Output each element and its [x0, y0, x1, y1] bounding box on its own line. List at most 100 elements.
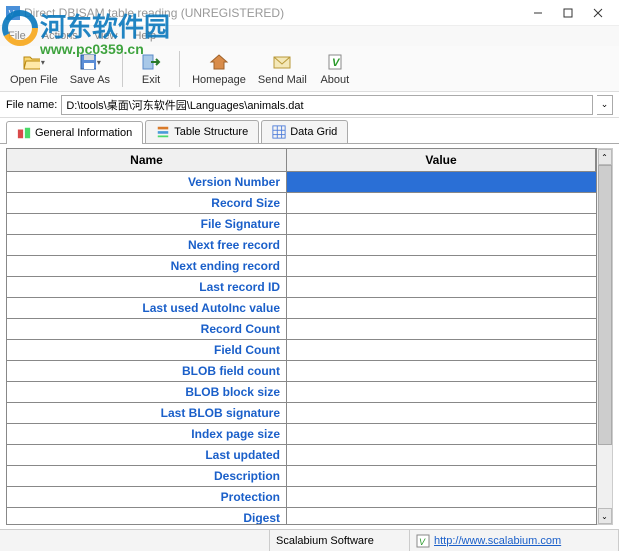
table-row[interactable]: Description	[7, 466, 596, 487]
row-value	[287, 340, 596, 360]
minimize-button[interactable]	[523, 2, 553, 24]
status-url-cell: V http://www.scalabium.com	[410, 530, 619, 551]
content-area: Name Value Version NumberRecord SizeFile…	[0, 144, 619, 529]
statusbar: Scalabium Software V http://www.scalabiu…	[0, 529, 619, 551]
row-value	[287, 172, 596, 192]
scroll-track[interactable]	[598, 165, 612, 508]
row-name: Last record ID	[7, 277, 287, 297]
send-mail-button[interactable]: Send Mail	[252, 49, 313, 88]
row-name: Record Size	[7, 193, 287, 213]
row-name: Digest	[7, 508, 287, 524]
property-grid: Name Value Version NumberRecord SizeFile…	[6, 148, 597, 525]
info-icon	[17, 126, 31, 140]
scroll-thumb[interactable]	[598, 165, 612, 445]
mail-icon	[271, 51, 293, 73]
row-name: File Signature	[7, 214, 287, 234]
tab-label: Table Structure	[174, 126, 248, 138]
scroll-up-button[interactable]: ⌃	[598, 149, 612, 165]
row-value	[287, 361, 596, 381]
menu-view[interactable]: View	[90, 28, 122, 44]
tab-label: General Information	[35, 127, 132, 139]
row-value	[287, 298, 596, 318]
scroll-down-button[interactable]: ⌄	[598, 508, 612, 524]
table-row[interactable]: Index page size	[7, 424, 596, 445]
row-name: Protection	[7, 487, 287, 507]
open-file-button[interactable]: ▾ Open File	[4, 49, 64, 88]
row-value	[287, 382, 596, 402]
link-icon: V	[416, 534, 430, 548]
table-row[interactable]: Last record ID	[7, 277, 596, 298]
toolbar-separator	[122, 51, 123, 87]
svg-text:V: V	[419, 537, 426, 547]
about-label: About	[320, 74, 349, 86]
menu-actions[interactable]: Actions	[38, 28, 82, 44]
tab-bar: General Information Table Structure Data…	[0, 118, 619, 144]
row-value	[287, 256, 596, 276]
homepage-button[interactable]: Homepage	[186, 49, 252, 88]
row-name: Description	[7, 466, 287, 486]
tab-general-information[interactable]: General Information	[6, 121, 143, 144]
grid-icon	[272, 125, 286, 139]
table-row[interactable]: Record Count	[7, 319, 596, 340]
filename-row: File name: ⌄	[0, 92, 619, 118]
table-row[interactable]: Digest	[7, 508, 596, 524]
about-button[interactable]: V About	[313, 49, 357, 88]
row-name: Field Count	[7, 340, 287, 360]
row-value	[287, 193, 596, 213]
status-url-link[interactable]: http://www.scalabium.com	[434, 535, 561, 547]
menu-file[interactable]: File	[4, 28, 30, 44]
menubar: File Actions View Help	[0, 26, 619, 46]
row-value	[287, 445, 596, 465]
row-value	[287, 319, 596, 339]
table-row[interactable]: Record Size	[7, 193, 596, 214]
table-row[interactable]: Last used AutoInc value	[7, 298, 596, 319]
row-value	[287, 214, 596, 234]
header-name[interactable]: Name	[7, 149, 287, 171]
table-row[interactable]: Next free record	[7, 235, 596, 256]
row-name: Last BLOB signature	[7, 403, 287, 423]
table-row[interactable]: Last BLOB signature	[7, 403, 596, 424]
menu-help[interactable]: Help	[129, 28, 160, 44]
row-value	[287, 235, 596, 255]
row-name: Next free record	[7, 235, 287, 255]
table-row[interactable]: Next ending record	[7, 256, 596, 277]
header-value[interactable]: Value	[287, 149, 596, 171]
filename-dropdown[interactable]: ⌄	[597, 95, 613, 115]
table-row[interactable]: Protection	[7, 487, 596, 508]
table-row[interactable]: BLOB block size	[7, 382, 596, 403]
grid-header: Name Value	[7, 149, 596, 172]
app-icon: V	[6, 6, 20, 20]
folder-open-icon: ▾	[23, 51, 45, 73]
open-file-label: Open File	[10, 74, 58, 86]
toolbar: ▾ Open File ▾ Save As Exit Homepage Send…	[0, 46, 619, 92]
home-icon	[208, 51, 230, 73]
row-value	[287, 424, 596, 444]
vertical-scrollbar[interactable]: ⌃ ⌄	[597, 148, 613, 525]
save-as-label: Save As	[70, 74, 110, 86]
tab-table-structure[interactable]: Table Structure	[145, 120, 259, 143]
table-row[interactable]: Field Count	[7, 340, 596, 361]
titlebar: V Direct DBISAM table reading (UNREGISTE…	[0, 0, 619, 26]
save-as-button[interactable]: ▾ Save As	[64, 49, 116, 88]
row-name: BLOB block size	[7, 382, 287, 402]
maximize-button[interactable]	[553, 2, 583, 24]
row-name: Record Count	[7, 319, 287, 339]
row-name: BLOB field count	[7, 361, 287, 381]
table-row[interactable]: File Signature	[7, 214, 596, 235]
row-value	[287, 487, 596, 507]
row-name: Last updated	[7, 445, 287, 465]
row-value	[287, 277, 596, 297]
about-icon: V	[324, 51, 346, 73]
filename-input[interactable]	[61, 95, 593, 115]
close-button[interactable]	[583, 2, 613, 24]
tab-data-grid[interactable]: Data Grid	[261, 120, 348, 143]
send-mail-label: Send Mail	[258, 74, 307, 86]
table-row[interactable]: Version Number	[7, 172, 596, 193]
exit-button[interactable]: Exit	[129, 49, 173, 88]
table-row[interactable]: BLOB field count	[7, 361, 596, 382]
table-row[interactable]: Last updated	[7, 445, 596, 466]
row-name: Index page size	[7, 424, 287, 444]
row-value	[287, 508, 596, 524]
tab-label: Data Grid	[290, 126, 337, 138]
window-title: Direct DBISAM table reading (UNREGISTERE…	[24, 6, 523, 20]
